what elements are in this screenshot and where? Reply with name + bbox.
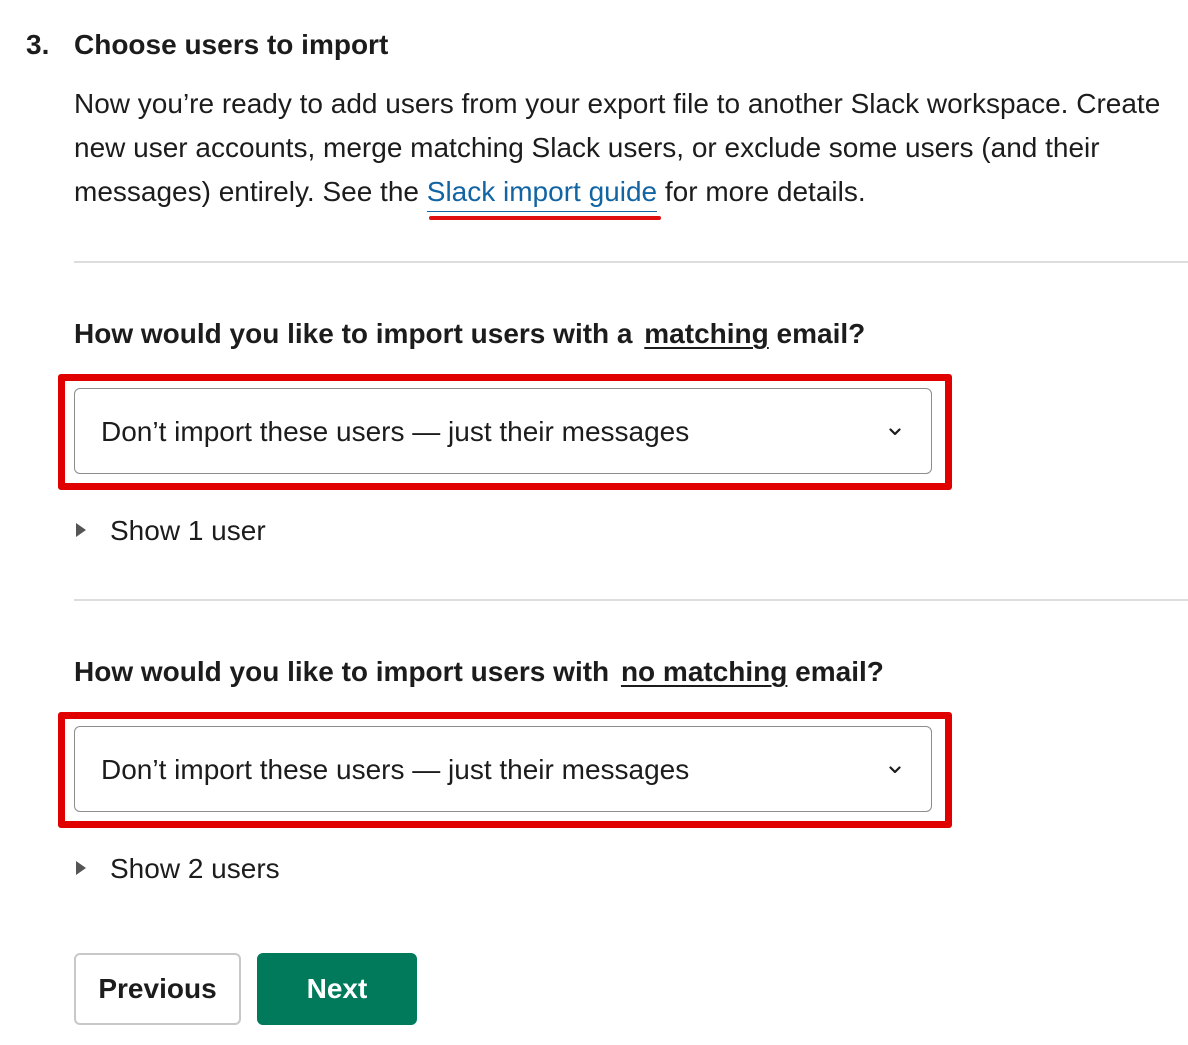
show-matching-users-toggle[interactable]: Show 1 user [76, 514, 266, 548]
no-matching-question-prefix: How would you like to import users with [74, 656, 610, 687]
matching-select-value: Don’t import these users — just their me… [101, 416, 690, 447]
matching-question-suffix: email? [768, 318, 866, 349]
matching-users-select[interactable]: Don’t import these users — just their me… [74, 388, 932, 474]
intro-paragraph: Now you’re ready to add users from your … [74, 82, 1174, 220]
section-divider [74, 599, 1188, 601]
matching-question-prefix: How would you like to import users with … [74, 318, 633, 349]
previous-button[interactable]: Previous [74, 953, 241, 1025]
no-matching-question-emphasis: no matching [620, 656, 788, 687]
annotation-underline [428, 216, 662, 220]
no-matching-select-value: Don’t import these users — just their me… [101, 754, 690, 785]
matching-question-emphasis: matching [644, 318, 769, 349]
section-divider [74, 261, 1188, 263]
triangle-right-icon [76, 861, 86, 875]
chevron-down-icon [889, 428, 901, 436]
slack-import-guide-link[interactable]: Slack import guide [426, 170, 662, 220]
show-no-matching-users-toggle[interactable]: Show 2 users [76, 852, 280, 886]
chevron-down-icon [889, 766, 901, 774]
previous-button-label: Previous [98, 973, 217, 1004]
step-number: 3. [26, 29, 50, 60]
step-title: Choose users to import [74, 29, 389, 60]
show-no-matching-users-label: Show 2 users [110, 853, 280, 884]
next-button[interactable]: Next [257, 953, 417, 1025]
next-button-label: Next [306, 973, 368, 1004]
show-matching-users-label: Show 1 user [110, 515, 266, 546]
no-matching-question-suffix: email? [787, 656, 884, 687]
no-matching-users-select[interactable]: Don’t import these users — just their me… [74, 726, 932, 812]
matching-question: How would you like to import users with … [74, 317, 865, 351]
no-matching-question: How would you like to import users with … [74, 655, 884, 689]
intro-text-after-link: for more details. [657, 176, 866, 207]
triangle-right-icon [76, 523, 86, 537]
link-underline [426, 211, 658, 212]
